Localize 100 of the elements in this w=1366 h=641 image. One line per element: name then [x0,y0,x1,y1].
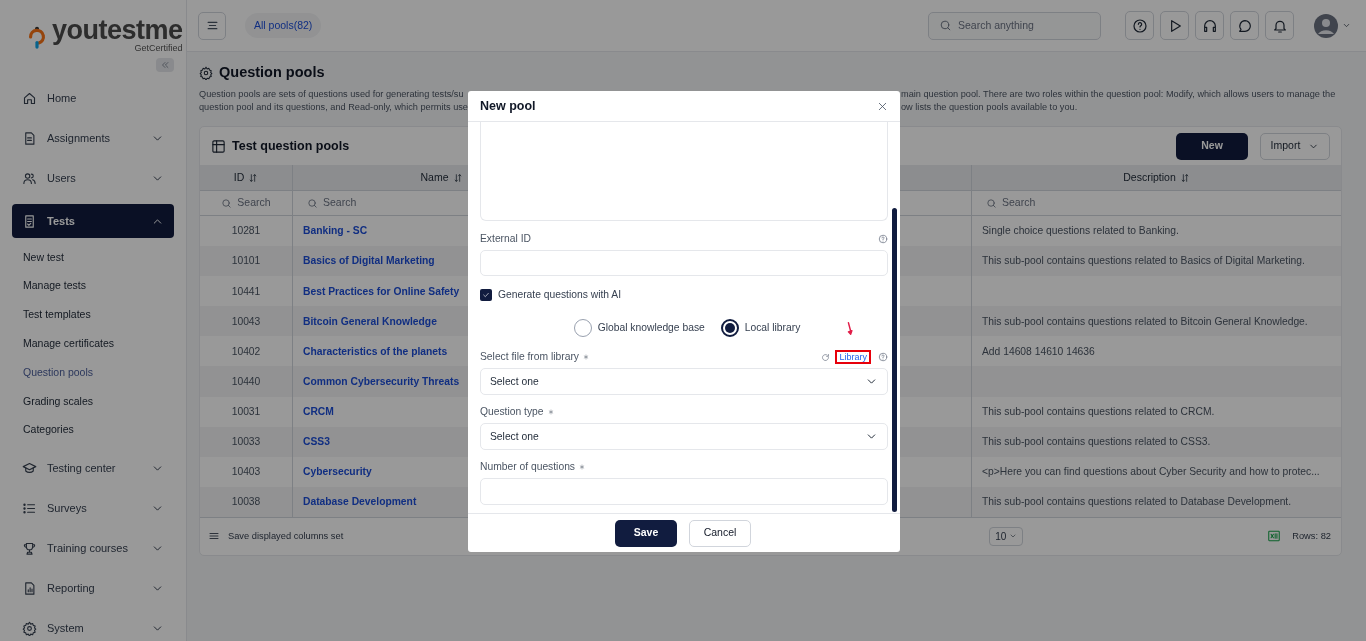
description-field[interactable] [480,122,888,221]
column-search-field[interactable]: Search [307,195,357,211]
number-input[interactable] [480,478,888,505]
submenu-item[interactable]: Question pools [12,358,174,387]
toolbar-button[interactable] [1160,11,1189,40]
page-size-select[interactable]: 10 [989,526,1024,546]
help-icon[interactable] [878,234,888,244]
table-cell-text: 10402 [231,344,261,359]
sidebar-item[interactable]: Home [12,84,174,113]
home-icon [22,91,37,106]
field-label: External ID [480,232,531,247]
help-icon[interactable] [878,352,888,362]
table-cell-text: This sub-pool contains questions related to Bitcoin General Knowledge. [982,314,1308,329]
checkbox-label: Generate questions with AI [498,288,622,303]
scrollbar-thumb[interactable] [892,208,897,512]
library-link[interactable]: Library [835,350,871,365]
help-icon [1131,17,1148,34]
field-label: Question type [480,405,544,420]
list-icon [22,500,37,516]
check-icon [482,291,490,299]
headset-icon [1201,17,1218,34]
new-button[interactable]: New [1176,132,1248,160]
description-text: ow lists the question pools available to you. [901,101,1079,114]
search-icon [939,19,952,32]
table-icon [211,138,226,154]
dialog-title: New pool [480,97,537,115]
table-cell-text: Single choice questions related to Banking. [982,224,1179,239]
dropdown[interactable]: Select one [480,368,888,395]
dropdown[interactable]: Select one [480,423,888,450]
pool-name-link[interactable]: Common Cybersecurity Threats [303,373,460,390]
toolbar-button[interactable] [1125,11,1154,40]
caret-icon [1342,21,1351,30]
submenu-item[interactable]: Grading scales [12,387,174,416]
sort-icon[interactable] [452,172,463,183]
sidebar-item[interactable]: Training courses [12,533,174,563]
column-search-field[interactable]: Search [986,195,1036,211]
sidebar-item[interactable]: Testing center [12,453,174,483]
column-search-field[interactable]: Search [221,195,271,211]
submenu-item[interactable]: Manage tests [12,271,174,301]
chat-icon [1236,17,1253,34]
excel-icon[interactable] [1267,529,1282,544]
toolbar-button[interactable] [1195,11,1224,40]
trophy-icon [22,540,37,556]
checkbox[interactable] [480,289,492,301]
submenu-item[interactable]: Test templates [12,300,174,330]
description-text: question pool and its questions, and Read-only, which permits use [199,101,468,114]
pool-name-link[interactable]: Best Practices for Online Safety [303,283,460,299]
sidebar-item[interactable]: System [12,613,174,641]
table-cell-text: 10403 [231,465,261,480]
pool-name-link[interactable]: Cybersecurity [303,464,372,480]
field-label: Number of questions [480,460,575,475]
sort-icon[interactable] [248,172,259,183]
toolbar-button[interactable] [1265,11,1294,40]
pool-name-link[interactable]: CRCM [303,403,334,420]
filter-chip[interactable]: All pools(82) [245,13,322,38]
avatar-icon [1314,13,1338,38]
rows-count: Rows: 82 [1292,529,1331,543]
pool-name-link[interactable]: Bitcoin General Knowledge [303,313,437,330]
search-icon [986,197,997,209]
toolbar-button[interactable] [1230,11,1259,40]
submenu-item[interactable]: Manage certificates [12,329,174,359]
table-cell-text: This sub-pool contains questions related to Basics of Digital Marketing. [982,254,1305,269]
pool-name-link[interactable]: Characteristics of the planets [303,343,448,360]
submenu-item[interactable]: Categories [12,415,174,445]
menu-button[interactable] [198,11,226,40]
refresh-icon[interactable] [821,352,831,362]
sidebar-item[interactable]: Assignments [12,124,174,153]
close-icon [876,100,888,112]
save-columns-button[interactable]: Save displayed columns set [208,529,344,544]
field-label: Select file from library [480,350,579,365]
close-button[interactable] [876,100,888,112]
table-cell-text: This sub-pool contains questions related to CSS3. [982,435,1211,449]
document-icon [22,131,37,146]
sidebar-item[interactable]: Tests [12,204,174,238]
import-button[interactable]: Import [1260,132,1330,160]
column-header[interactable]: ID [233,169,245,186]
radio-button[interactable] [720,319,739,337]
pool-name-link[interactable]: Basics of Digital Marketing [303,253,435,269]
pool-name-link[interactable]: CSS3 [303,434,330,450]
pool-name-link[interactable]: Banking - SC [303,223,368,239]
sidebar-item[interactable]: Surveys [12,493,174,523]
profile-menu-button[interactable] [1314,13,1351,38]
cancel-button[interactable]: Cancel [689,519,751,547]
users-icon [22,171,37,186]
table-cell-text: Add 14608 14610 14636 [982,344,1095,359]
sort-icon[interactable] [1179,172,1190,183]
table-cell-text: 10441 [231,284,261,299]
pool-name-link[interactable]: Database Development [303,494,417,510]
text-input[interactable] [480,250,888,276]
table-cell-text: <p>Here you can find questions about Cyber Security and how to protec... [982,465,1320,480]
search-field[interactable]: Search anything [928,11,1101,40]
column-header[interactable]: Name [420,169,449,186]
sidebar-item[interactable]: Reporting [12,573,174,603]
sidebar-item[interactable]: Users [12,164,174,193]
submenu-item[interactable]: New test [12,243,174,272]
column-header[interactable]: Description [1123,169,1176,186]
table-cell-text: 10281 [231,224,261,239]
logo-text: youtestme [52,16,183,44]
save-button[interactable]: Save [615,519,677,547]
table-cell-text: 10038 [231,495,261,510]
